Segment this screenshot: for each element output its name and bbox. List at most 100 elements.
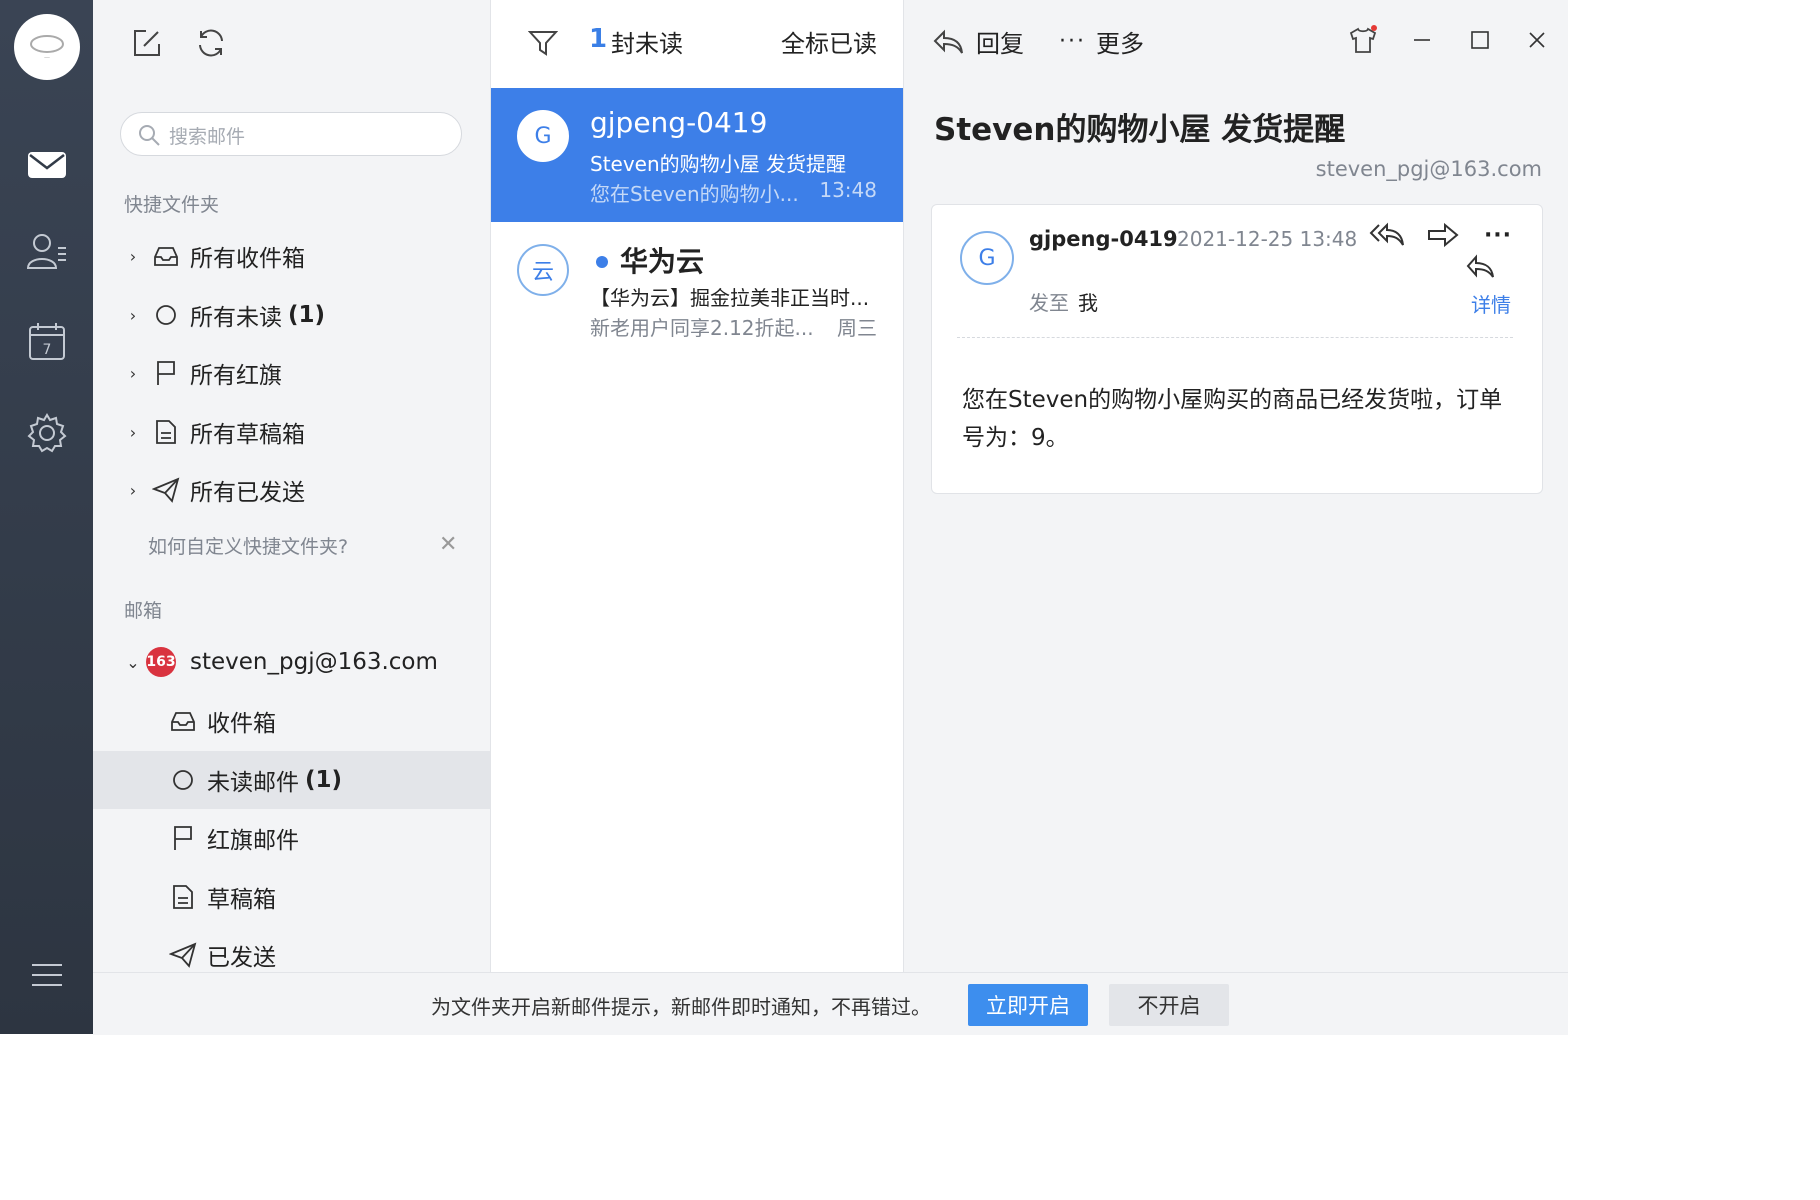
chevron-right-icon[interactable]: › <box>126 364 140 383</box>
mail-sender: gjpeng-0419 <box>590 106 768 139</box>
svg-text:—: — <box>44 54 50 61</box>
divider <box>957 337 1513 338</box>
disable-button[interactable]: 不开启 <box>1109 984 1229 1026</box>
folder-pane: 搜索邮件 快捷文件夹 › 所有收件箱 › 所有未读 (1) › 所有红旗 › 所… <box>93 0 491 972</box>
list-item[interactable]: G gjpeng-0419 Steven的购物小屋 发货提醒 您在Steven的… <box>491 88 903 222</box>
quick-folder-all-flagged[interactable]: › 所有红旗 <box>93 344 490 402</box>
mail-title: Steven的购物小屋 发货提醒 <box>934 112 1346 148</box>
app-rail: — 7 <box>0 0 93 1034</box>
more-button[interactable]: ··· 更多 <box>1059 24 1144 59</box>
mail-subject: 【华为云】掘金拉美非正当时... <box>590 286 870 310</box>
flag-icon <box>169 824 197 852</box>
maximize-icon[interactable] <box>1462 22 1498 58</box>
svg-text:7: 7 <box>43 342 52 358</box>
search-icon <box>139 125 160 146</box>
banner-message: 为文件夹开启新邮件提示，新邮件即时通知，不再错过。 <box>431 995 931 1019</box>
mail-preview: 新老用户同享2.12折起... <box>590 316 814 340</box>
more-label: 更多 <box>1095 30 1144 58</box>
folder-flagged[interactable]: 红旗邮件 <box>93 809 490 867</box>
calendar-icon[interactable]: 7 <box>24 318 70 364</box>
unread-circle-icon <box>152 301 180 329</box>
quick-folder-title: 快捷文件夹 <box>124 194 220 216</box>
quick-folder-all-drafts[interactable]: › 所有草稿箱 <box>93 403 490 461</box>
forward-icon[interactable] <box>1425 217 1461 253</box>
folder-count: (1) <box>288 302 326 328</box>
chevron-right-icon[interactable]: › <box>126 481 140 500</box>
mark-all-read-button[interactable]: 全标已读 <box>781 24 877 59</box>
folder-label: 未读邮件 <box>207 770 299 796</box>
list-item[interactable]: 云 华为云 【华为云】掘金拉美非正当时... 新老用户同享2.12折起... 周… <box>491 222 903 356</box>
unread-count: 1 <box>589 24 608 54</box>
mail-time: 13:48 <box>819 178 877 202</box>
avatar: G <box>960 231 1014 285</box>
quick-folder-all-inbox[interactable]: › 所有收件箱 <box>93 227 490 285</box>
chevron-down-icon[interactable]: ⌄ <box>126 653 140 672</box>
notification-banner: 为文件夹开启新邮件提示，新邮件即时通知，不再错过。 立即开启 不开启 <box>93 972 1568 1035</box>
inbox-icon <box>152 242 180 270</box>
search-input[interactable]: 搜索邮件 <box>120 112 462 156</box>
mail-card: G gjpeng-0419 2021-12-25 13:48 ··· 发至 我 … <box>931 204 1543 494</box>
folder-label: 所有草稿箱 <box>190 422 305 448</box>
draft-icon <box>169 883 197 911</box>
skin-icon[interactable] <box>1345 22 1381 58</box>
reply-button[interactable]: 回复 <box>932 24 1024 59</box>
filter-icon[interactable] <box>525 25 561 61</box>
chevron-right-icon[interactable]: › <box>126 306 140 325</box>
folder-inbox[interactable]: 收件箱 <box>93 692 490 750</box>
reply-all-icon[interactable] <box>1369 217 1405 253</box>
folder-label: 所有未读 <box>190 305 282 331</box>
avatar-logo[interactable]: — <box>14 14 80 80</box>
compose-icon[interactable] <box>129 25 165 61</box>
quick-folder-tip[interactable]: 如何自定义快捷文件夹? <box>148 532 348 559</box>
folder-label: 草稿箱 <box>207 887 276 913</box>
mail-time: 周三 <box>837 316 877 340</box>
minimize-icon[interactable] <box>1404 22 1440 58</box>
avatar: 云 <box>517 244 569 296</box>
folder-label: 所有已发送 <box>190 480 305 506</box>
folder-label: 所有红旗 <box>190 363 282 389</box>
folder-label: 已发送 <box>207 945 276 971</box>
mail-date: 2021-12-25 13:48 <box>1177 227 1358 251</box>
quick-folder-all-unread[interactable]: › 所有未读 (1) <box>93 286 490 344</box>
mail-list: 1 封未读 全标已读 G gjpeng-0419 Steven的购物小屋 发货提… <box>491 0 904 972</box>
folder-label: 红旗邮件 <box>207 828 299 854</box>
contacts-icon[interactable] <box>24 228 70 274</box>
mail-icon[interactable] <box>24 142 70 188</box>
mailbox-title: 邮箱 <box>124 600 163 622</box>
reply-icon[interactable] <box>1462 249 1498 285</box>
close-window-icon[interactable] <box>1519 22 1555 58</box>
send-icon <box>152 476 180 504</box>
recipient[interactable]: 我 <box>1078 287 1098 316</box>
enable-button[interactable]: 立即开启 <box>968 984 1088 1026</box>
folder-unread[interactable]: 未读邮件 (1) <box>93 751 490 809</box>
details-link[interactable]: 详情 <box>1471 289 1511 318</box>
account-row[interactable]: ⌄ 163 steven_pgj@163.com <box>93 633 490 691</box>
mail-preview: 您在Steven的购物小... <box>590 182 799 206</box>
account-badge: 163 <box>146 647 176 677</box>
folder-label: 收件箱 <box>207 711 276 737</box>
mail-subject: Steven的购物小屋 发货提醒 <box>590 152 847 176</box>
refresh-icon[interactable] <box>193 25 229 61</box>
mail-sender[interactable]: gjpeng-0419 <box>1029 227 1178 251</box>
reply-label: 回复 <box>976 30 1024 58</box>
folder-label: 所有收件箱 <box>190 246 305 272</box>
folder-count: (1) <box>305 767 343 793</box>
chevron-right-icon[interactable]: › <box>126 247 140 266</box>
flag-icon <box>152 359 180 387</box>
reply-icon <box>933 29 963 54</box>
menu-icon[interactable] <box>24 952 70 998</box>
settings-icon[interactable] <box>24 410 70 456</box>
mail-account: steven_pgj@163.com <box>1315 157 1542 181</box>
mail-sender: 华为云 <box>620 245 705 278</box>
recipient-label: 发至 <box>1029 291 1069 315</box>
unread-label: 封未读 <box>611 30 683 58</box>
folder-drafts[interactable]: 草稿箱 <box>93 868 490 926</box>
more-dots-icon[interactable]: ··· <box>1480 217 1516 253</box>
quick-folder-all-sent[interactable]: › 所有已发送 <box>93 461 490 519</box>
search-placeholder: 搜索邮件 <box>169 126 246 148</box>
account-label: steven_pgj@163.com <box>190 649 438 675</box>
close-icon[interactable]: ✕ <box>439 532 457 557</box>
chevron-right-icon[interactable]: › <box>126 423 140 442</box>
unread-dot-icon <box>596 256 608 268</box>
send-icon <box>169 941 197 969</box>
